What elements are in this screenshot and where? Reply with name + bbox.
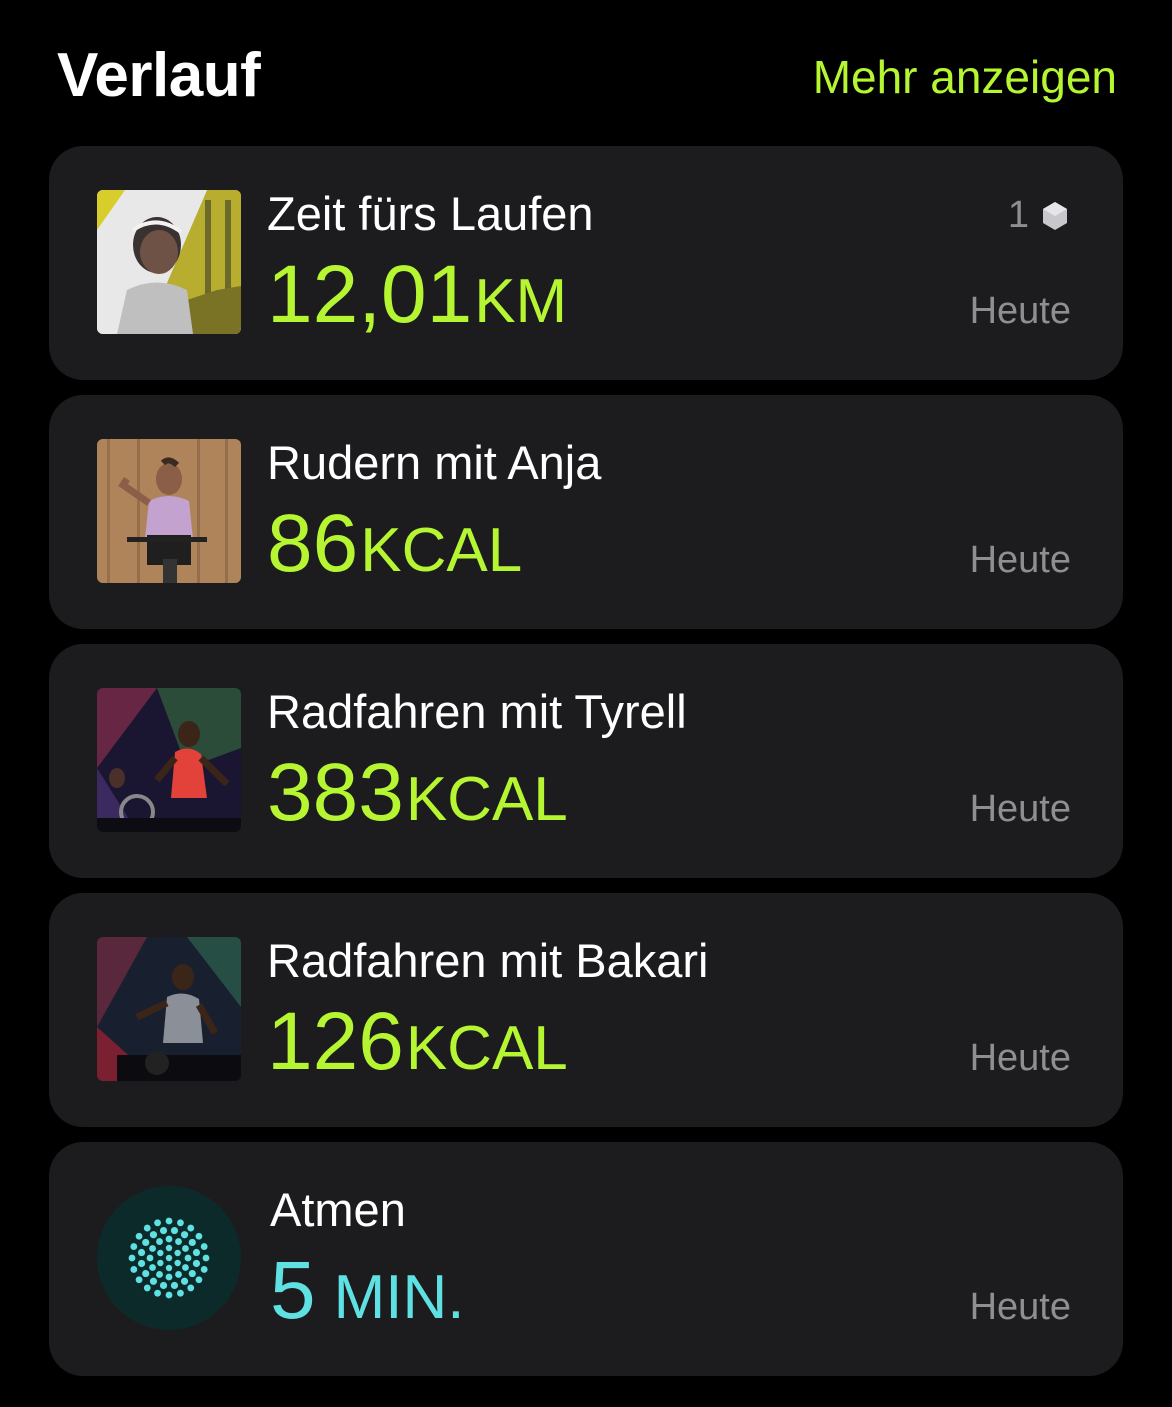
- show-more-link[interactable]: Mehr anzeigen: [813, 50, 1117, 104]
- award-badge: 1: [1008, 194, 1071, 237]
- workout-date: Heute: [969, 539, 1071, 581]
- metric-unit: KCAL: [405, 1014, 568, 1083]
- metric-value: 5: [270, 1245, 316, 1336]
- metric-unit: MIN.: [333, 1263, 465, 1332]
- metric-value: 86: [267, 498, 359, 589]
- rowing-thumbnail: [97, 439, 241, 583]
- workout-date: Heute: [969, 290, 1071, 332]
- cycling-thumbnail: [97, 937, 241, 1081]
- section-title: Verlauf: [57, 41, 261, 110]
- workout-card-cycling-bakari[interactable]: Radfahren mit Bakari 126KCAL Heute: [49, 893, 1123, 1127]
- runner-thumbnail: [97, 190, 241, 334]
- workout-metric: 12,01KM: [267, 254, 567, 336]
- workout-date: Heute: [969, 1037, 1071, 1079]
- workout-name: Rudern mit Anja: [267, 436, 602, 489]
- workout-name: Radfahren mit Bakari: [267, 934, 709, 987]
- workout-name: Zeit fürs Laufen: [267, 187, 594, 240]
- metric-unit: KCAL: [360, 516, 523, 585]
- workout-date: Heute: [969, 1286, 1071, 1328]
- workout-date: Heute: [969, 788, 1071, 830]
- metric-value: 12,01: [267, 249, 473, 340]
- workout-metric: 86KCAL: [267, 503, 522, 585]
- workout-metric: 5 MIN.: [270, 1250, 464, 1332]
- workout-metric: 383KCAL: [267, 752, 568, 834]
- workout-card-running[interactable]: Zeit fürs Laufen 12,01KM 1 Heute: [49, 146, 1123, 380]
- metric-value: 383: [267, 747, 404, 838]
- workout-name: Radfahren mit Tyrell: [267, 685, 687, 738]
- metric-unit: KM: [474, 267, 568, 336]
- metric-unit: KCAL: [405, 765, 568, 834]
- award-count: 1: [1007, 194, 1029, 236]
- workout-card-breathe[interactable]: Atmen 5 MIN. Heute: [49, 1142, 1123, 1376]
- history-header: Verlauf Mehr anzeigen: [57, 30, 1117, 120]
- cycling-thumbnail: [97, 688, 241, 832]
- metric-value: 126: [267, 996, 404, 1087]
- workout-metric: 126KCAL: [267, 1001, 568, 1083]
- breathe-flower-icon: [97, 1186, 241, 1330]
- award-hexagon-icon: [1039, 200, 1071, 232]
- workout-card-cycling-tyrell[interactable]: Radfahren mit Tyrell 383KCAL Heute: [49, 644, 1123, 878]
- workout-card-rowing[interactable]: Rudern mit Anja 86KCAL Heute: [49, 395, 1123, 629]
- workout-name: Atmen: [270, 1183, 406, 1236]
